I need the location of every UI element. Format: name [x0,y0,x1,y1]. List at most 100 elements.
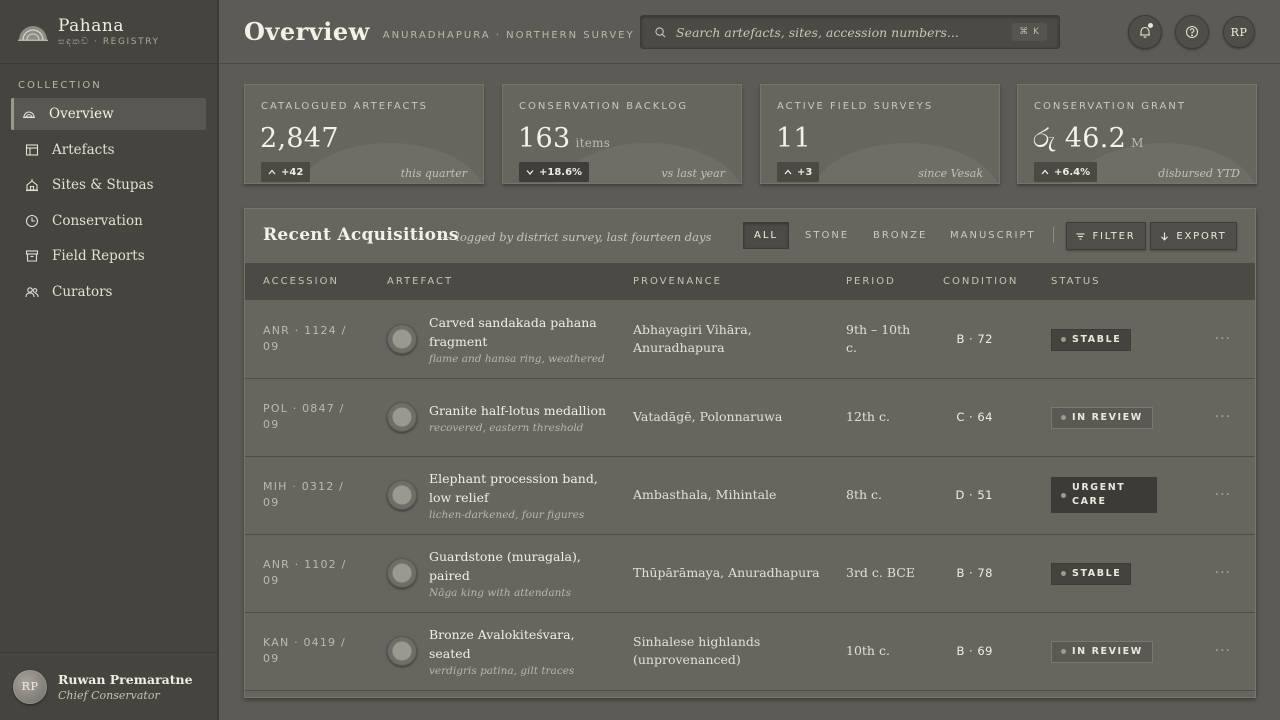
kpi-card-grant[interactable]: CONSERVATION GRANT රු 46.2 M +6.4% disbur… [1017,84,1257,184]
row-actions-button[interactable]: ··· [1191,378,1255,456]
user-profile[interactable]: RP Ruwan Premaratne Chief Conservator [0,652,217,720]
accession-number: POL · 0847 / 09 [263,402,345,431]
table-row[interactable]: KAN · 0419 / 09 Bronze Avalokiteśvara, s… [245,612,1255,690]
sidebar-item-curators[interactable]: Curators [11,276,206,308]
export-button[interactable]: EXPORT [1150,222,1237,250]
provenance: Ambasthala, Mihintale [633,487,777,502]
sidebar-item-label: Overview [49,106,114,122]
kpi-note: vs last year [661,167,725,180]
artefact-name[interactable]: Elephant procession band, low relief [429,469,615,507]
avatar: RP [13,669,47,704]
condition-grade: B · 78 [956,566,993,580]
column-header-status[interactable]: STATUS [1033,263,1191,300]
sidebar: Pahana සඳකඩ · REGISTRY COLLECTION Overvi… [0,0,219,720]
temple-icon [26,179,38,192]
accession-number: MIH · 0312 / 09 [263,480,345,509]
table-row[interactable]: POL · 0847 / 09 Granite half-lotus medal… [245,378,1255,456]
acquisitions-table: ACCESSION ARTEFACT PROVENANCE PERIOD CON… [245,263,1255,691]
search-bar[interactable]: ⌘ K [640,15,1060,49]
sidebar-item-field-reports[interactable]: Field Reports [11,240,206,272]
user-role: Chief Conservator [58,688,160,702]
kpi-label: ACTIVE FIELD SURVEYS [777,101,934,112]
column-header-artefact[interactable]: ARTEFACT [369,263,615,300]
artefact-thumbnail [387,402,417,432]
condition-grade: B · 69 [956,644,993,658]
provenance: Abhayagiri Vihāra, Anuradhapura [633,321,752,355]
arrow-up-icon [1041,169,1049,175]
help-button[interactable] [1175,15,1209,49]
sidebar-item-label: Curators [52,283,113,300]
status-badge: IN REVIEW [1051,640,1153,663]
header-avatar[interactable]: RP [1223,16,1255,48]
table-row[interactable]: MIH · 0312 / 09 Elephant procession band… [245,456,1255,534]
nav-heading: COLLECTION [18,80,102,91]
filter-tab-stone[interactable]: STONE [795,222,859,249]
status-dot [1061,337,1066,342]
stupa-icon [23,111,35,119]
period: 8th c. [846,487,882,502]
kpi-value: 163 items [518,123,611,154]
search-shortcut: ⌘ K [1012,23,1047,41]
notifications-button[interactable] [1128,15,1162,49]
sidebar-item-sites-stupas[interactable]: Sites & Stupas [11,169,206,201]
sidebar-item-label: Conservation [52,212,143,229]
kpi-value: රු 46.2 M [1033,123,1144,154]
artefact-thumbnail [387,323,417,354]
archive-icon [25,250,39,262]
artefact-description: verdigris patina, gilt traces [429,665,575,677]
kpi-card-catalogued[interactable]: CATALOGUED ARTEFACTS 2,847 +42 this quar… [244,84,484,184]
artefact-name[interactable]: Bronze Avalokiteśvara, seated [429,625,615,663]
column-header-period[interactable]: PERIOD [828,263,925,300]
table-row[interactable]: ANR · 1102 / 09 Guardstone (muragala), p… [245,534,1255,612]
kpi-note: since Vesak [918,167,983,180]
sidebar-item-overview[interactable]: Overview [11,98,206,130]
kpi-delta: +3 [777,162,820,182]
condition-grade: C · 64 [956,410,993,424]
status-badge: URGENT CARE [1051,477,1157,513]
panel-subtitle: — logged by district survey, last fourte… [441,230,712,244]
period: 9th – 10th c. [846,321,911,355]
artefact-thumbnail [387,480,417,510]
clock-icon [25,214,39,227]
sidebar-nav: Overview Artefacts Sites & Stupas Conser… [0,98,217,308]
brand-subtitle: සඳකඩ · REGISTRY [58,36,160,47]
brand[interactable]: Pahana සඳකඩ · REGISTRY [0,0,217,64]
kpi-card-surveys[interactable]: ACTIVE FIELD SURVEYS 11 +3 since Vesak [760,84,1000,184]
filter-tab-all[interactable]: ALL [743,222,789,249]
accession-number: KAN · 0419 / 09 [263,636,346,665]
row-actions-button[interactable]: ··· [1191,300,1255,378]
sidebar-item-conservation[interactable]: Conservation [11,205,206,237]
row-actions-button[interactable]: ··· [1191,534,1255,612]
status-dot [1061,492,1066,498]
kpi-card-backlog[interactable]: CONSERVATION BACKLOG 163 items +18.6% vs … [502,84,742,184]
row-actions-button[interactable]: ··· [1191,456,1255,534]
artefact-name[interactable]: Guardstone (muragala), paired [429,547,615,585]
search-input[interactable] [676,24,1013,40]
toolbar-divider [1053,227,1054,243]
moonstone-logo-icon [18,25,48,41]
row-actions-button[interactable]: ··· [1191,612,1255,690]
sidebar-item-artefacts[interactable]: Artefacts [11,134,206,166]
status-dot [1061,571,1066,577]
artefact-name[interactable]: Granite half-lotus medallion [429,401,606,420]
people-icon [25,287,39,298]
filter-tab-bronze[interactable]: BRONZE [863,222,937,249]
column-header-condition[interactable]: CONDITION [925,263,1033,300]
accession-number: ANR · 1102 / 09 [263,558,347,587]
arrow-up-icon [268,169,276,175]
table-header-row: ACCESSION ARTEFACT PROVENANCE PERIOD CON… [245,263,1255,300]
kpi-label: CATALOGUED ARTEFACTS [261,101,428,112]
filter-button[interactable]: FILTER [1066,222,1146,250]
column-header-provenance[interactable]: PROVENANCE [615,263,828,300]
artefact-name[interactable]: Carved sandakada pahana fragment [429,313,615,351]
arrow-down-icon [526,170,534,175]
period: 10th c. [846,643,890,658]
user-name: Ruwan Premaratne [58,671,193,687]
kpi-value: 11 [776,123,811,154]
filter-tab-manuscript[interactable]: MANUSCRIPT [940,222,1046,249]
kpi-delta: +42 [261,162,311,182]
table-row[interactable]: ANR · 1124 / 09 Carved sandakada pahana … [245,300,1255,378]
provenance: Thūpārāmaya, Anuradhapura [633,565,820,580]
column-header-accession[interactable]: ACCESSION [245,263,369,300]
artefact-description: Nāga king with attendants [429,587,572,599]
